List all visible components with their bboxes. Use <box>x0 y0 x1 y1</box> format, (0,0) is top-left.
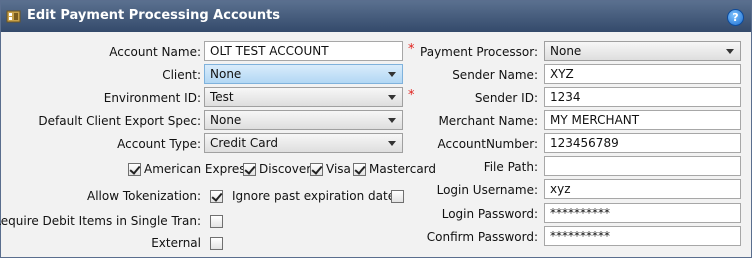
login-username-input[interactable]: xyz <box>544 179 741 199</box>
confirm-password-label: Confirm Password: <box>426 230 538 244</box>
client-dropdown-value: None <box>210 67 242 81</box>
payment-processor-dropdown[interactable]: None <box>544 41 741 61</box>
account-number-label: AccountNumber: <box>437 137 539 151</box>
edit-payment-processing-window: Edit Payment Processing Accounts ? Accou… <box>0 0 752 258</box>
visa-label: Visa <box>326 162 351 176</box>
allow-tokenization-checkbox[interactable] <box>210 190 223 203</box>
sender-name-label: Sender Name: <box>452 68 538 82</box>
default-client-export-spec-value: None <box>210 113 242 127</box>
mastercard-label: Mastercard <box>369 162 437 176</box>
chevron-down-icon <box>388 95 396 100</box>
sender-id-label: Sender ID: <box>474 91 538 105</box>
default-client-export-spec-dropdown[interactable]: None <box>204 110 403 130</box>
sender-id-input[interactable]: 1234 <box>544 87 741 107</box>
require-debit-items-label: Require Debit Items in Single Tran: <box>0 214 201 228</box>
chevron-down-icon <box>388 118 396 123</box>
confirm-password-input[interactable]: ********** <box>544 226 741 246</box>
account-name-required-marker: * <box>408 42 415 57</box>
merchant-name-label: Merchant Name: <box>438 114 538 128</box>
chevron-down-icon <box>388 72 396 77</box>
window-title: Edit Payment Processing Accounts <box>27 8 281 23</box>
sender-name-input[interactable]: XYZ <box>544 64 741 84</box>
visa-checkbox[interactable] <box>310 163 323 176</box>
ignore-past-expiration-checkbox[interactable] <box>391 190 404 203</box>
ignore-past-expiration-label: Ignore past expiration dates: <box>232 189 406 203</box>
environment-id-required-marker: * <box>408 88 415 103</box>
chevron-down-icon <box>388 141 396 146</box>
environment-id-label: Environment ID: <box>103 91 201 105</box>
allow-tokenization-label: Allow Tokenization: <box>86 189 201 203</box>
environment-id-value: Test <box>210 90 234 104</box>
american-express-label: American Express <box>144 162 252 176</box>
american-express-checkbox[interactable] <box>128 163 141 176</box>
external-label: External <box>151 236 201 250</box>
client-label: Client: <box>162 68 201 82</box>
account-type-dropdown[interactable]: Credit Card <box>204 133 403 153</box>
file-path-input[interactable] <box>544 156 741 176</box>
chevron-down-icon <box>726 49 734 54</box>
client-dropdown[interactable]: None <box>204 64 403 84</box>
merchant-name-input[interactable]: MY MERCHANT <box>544 110 741 130</box>
payment-processor-label: Payment Processor: <box>420 45 538 59</box>
account-number-input[interactable]: 123456789 <box>544 133 741 153</box>
discover-checkbox[interactable] <box>243 163 256 176</box>
login-password-input[interactable]: ********** <box>544 203 741 223</box>
environment-id-dropdown[interactable]: Test <box>204 87 403 107</box>
account-name-input[interactable]: OLT TEST ACCOUNT <box>204 41 403 61</box>
payment-processor-value: None <box>550 44 582 58</box>
app-icon <box>6 10 21 23</box>
login-username-label: Login Username: <box>436 183 538 197</box>
title-bar: Edit Payment Processing Accounts ? <box>1 1 751 32</box>
help-icon[interactable]: ? <box>727 9 744 26</box>
login-password-label: Login Password: <box>441 207 538 221</box>
file-path-label: File Path: <box>483 160 538 174</box>
require-debit-items-checkbox[interactable] <box>210 215 223 228</box>
mastercard-checkbox[interactable] <box>353 163 366 176</box>
default-client-export-spec-label: Default Client Export Spec: <box>38 114 201 128</box>
external-checkbox[interactable] <box>210 237 223 250</box>
account-name-label: Account Name: <box>109 45 201 59</box>
discover-label: Discover <box>259 162 312 176</box>
account-type-label: Account Type: <box>117 137 201 151</box>
account-type-value: Credit Card <box>210 136 278 150</box>
